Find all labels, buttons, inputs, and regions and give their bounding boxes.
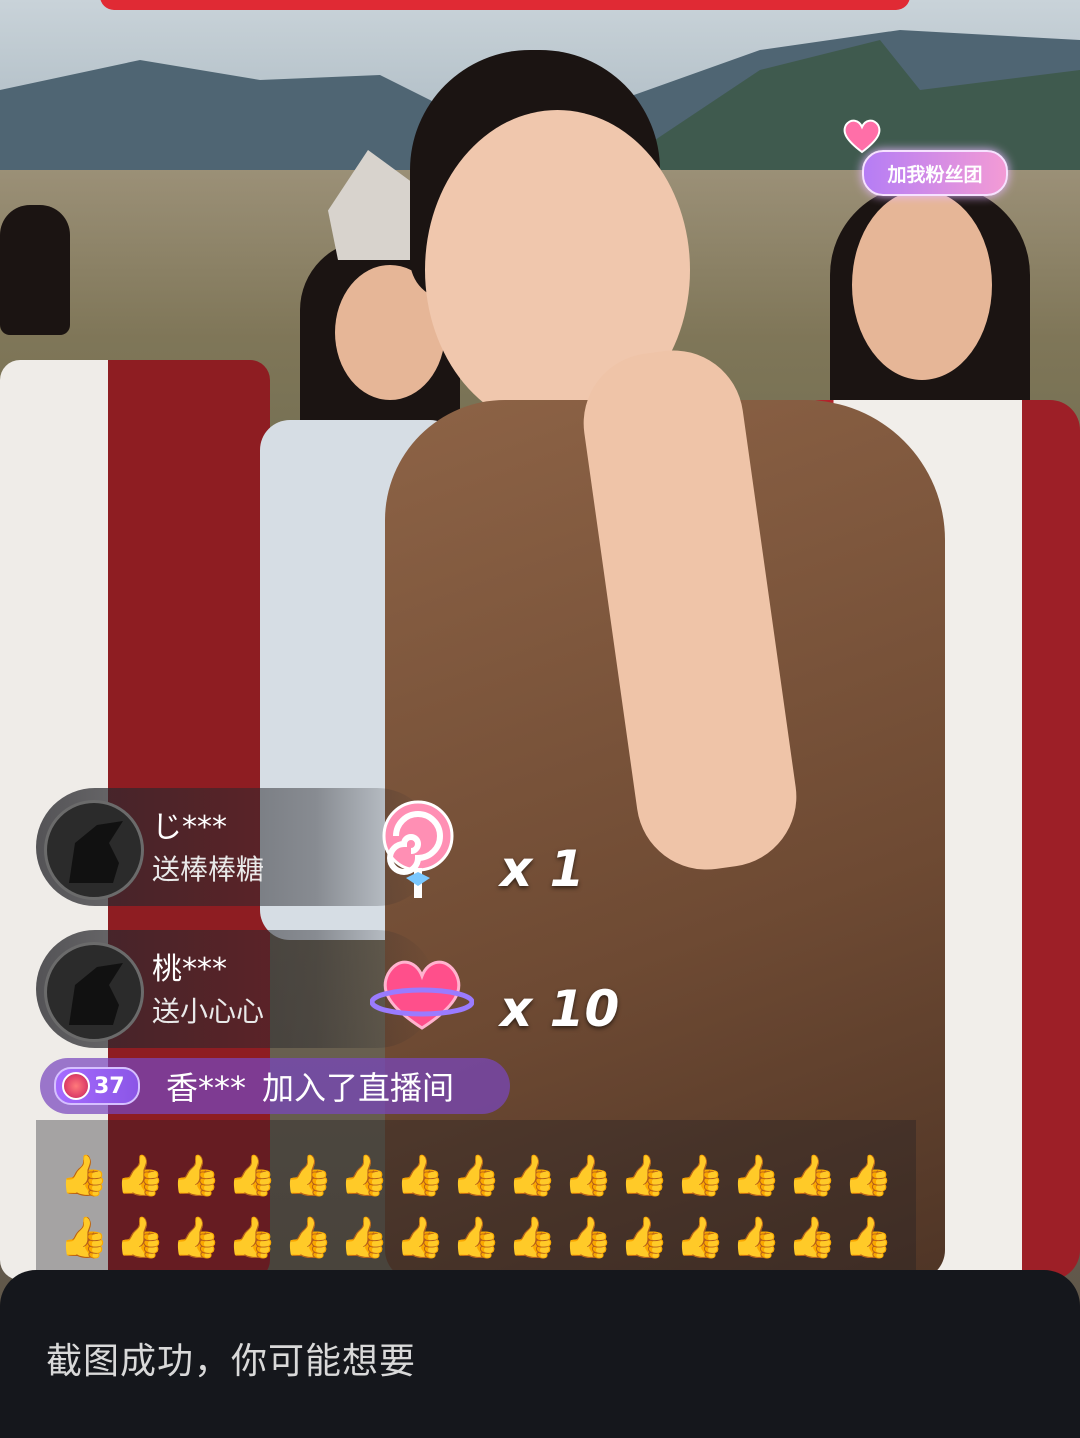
thumbs-up-icon: 👍 [731,1153,781,1199]
thumbs-up-icon: 👍 [227,1153,277,1199]
thumbs-up-icon: 👍 [843,1153,893,1199]
lollipop-icon [382,800,454,898]
thumbs-up-icon: 👍 [451,1215,501,1261]
thumbs-up-icon: 👍 [507,1153,557,1199]
thumbs-up-icon: 👍 [507,1215,557,1261]
thumbs-up-icon: 👍 [563,1215,613,1261]
fan-group-label: 加我粉丝团 [887,163,983,186]
thumbs-up-icon: 👍 [115,1215,165,1261]
top-banner [100,0,910,10]
thumbs-up-icon: 👍 [787,1153,837,1199]
thumbs-up-icon: 👍 [59,1215,109,1261]
gift-count: x 10 [500,980,620,1038]
user-level-badge: 37 [54,1067,140,1105]
reaction-row: 👍 👍 👍 👍 👍 👍 👍 👍 👍 👍 👍 👍 👍 👍 👍 [56,1214,896,1262]
level-icon [62,1072,90,1100]
reaction-row: 👍 👍 👍 👍 👍 👍 👍 👍 👍 👍 👍 👍 👍 👍 👍 [56,1152,896,1200]
join-username[interactable]: 香*** [166,1063,246,1109]
gift-username: 桃*** [152,952,227,987]
join-text: 加入了直播间 [262,1069,455,1107]
thumbs-up-icon: 👍 [395,1215,445,1261]
thumbs-up-icon: 👍 [395,1153,445,1199]
thumbs-up-icon: 👍 [619,1215,669,1261]
heart-icon [843,119,881,154]
thumbs-up-icon: 👍 [283,1153,333,1199]
default-avatar-icon [69,821,123,883]
screenshot-toast[interactable]: 截图成功，你可能想要 [0,1270,1080,1438]
thumbs-up-icon: 👍 [563,1153,613,1199]
thumbs-up-icon: 👍 [339,1153,389,1199]
gift-action: 送小心心 [152,995,265,1028]
thumbs-up-icon: 👍 [675,1215,725,1261]
thumbs-up-icon: 👍 [675,1153,725,1199]
thumbs-up-icon: 👍 [619,1153,669,1199]
thumbs-up-icon: 👍 [171,1215,221,1261]
hair [0,205,70,335]
toast-text: 截图成功，你可能想要 [46,1341,417,1382]
level-number: 37 [94,1073,125,1099]
default-avatar-icon [69,963,123,1025]
thumbs-up-icon: 👍 [731,1215,781,1261]
thumbs-up-icon: 👍 [115,1153,165,1199]
thumbs-up-icon: 👍 [451,1153,501,1199]
thumbs-up-icon: 👍 [283,1215,333,1261]
reaction-area: 👍 👍 👍 👍 👍 👍 👍 👍 👍 👍 👍 👍 👍 👍 👍 👍 👍 👍 👍 👍 👍 👍 👍 👍 👍 👍 👍 👍 👍 👍 [36,1120,916,1270]
thumbs-up-icon: 👍 [227,1215,277,1261]
avatar[interactable] [44,942,144,1042]
join-notification: 37 香*** 加入了直播间 [40,1058,510,1114]
fan-group-badge[interactable]: 加我粉丝团 [862,150,1008,196]
thumbs-up-icon: 👍 [787,1215,837,1261]
thumbs-up-icon: 👍 [339,1215,389,1261]
gift-count: x 1 [500,840,585,898]
gift-action: 送棒棒糖 [152,853,265,886]
thumbs-up-icon: 👍 [843,1215,893,1261]
gift-notification: じ*** 送棒棒糖 [36,788,436,906]
face [852,190,992,380]
heart-planet-icon [370,960,474,1030]
thumbs-up-icon: 👍 [171,1153,221,1199]
avatar[interactable] [44,800,144,900]
thumbs-up-icon: 👍 [59,1153,109,1199]
gift-username: じ*** [152,810,227,845]
